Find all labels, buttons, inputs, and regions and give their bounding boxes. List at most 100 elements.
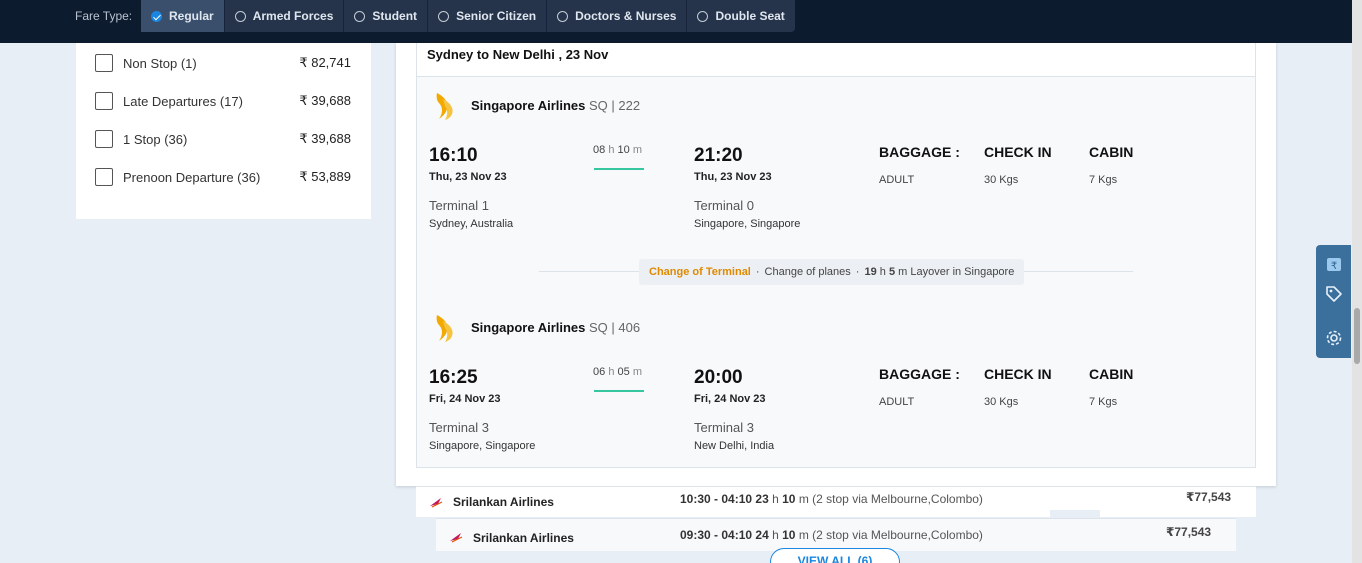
- departure-city: Sydney, Australia: [429, 218, 514, 230]
- side-action-panel: ₹: [1316, 245, 1351, 358]
- srilankan-airlines-logo: [430, 498, 443, 508]
- arrival-city: New Delhi, India: [694, 440, 775, 452]
- result-info: 09:30 - 04:10 24 h 10 m (2 stop via Melb…: [680, 528, 983, 542]
- svg-text:₹: ₹: [1330, 261, 1336, 272]
- radio-icon: [234, 10, 246, 22]
- checkbox[interactable]: [95, 168, 113, 186]
- checkin-value: 30 Kgs: [984, 396, 1019, 408]
- fare-option-doctors-nurses[interactable]: Doctors & Nurses: [547, 0, 688, 32]
- fare-option-label: Armed Forces: [252, 9, 334, 23]
- filter-label: Non Stop (1): [123, 55, 197, 71]
- cabin-value: 7 Kgs: [1089, 174, 1118, 186]
- srilankan-airlines-logo: [450, 533, 463, 543]
- flight-number: SQ | 222: [589, 98, 641, 113]
- fare-type-options: Regular Armed Forces Student Senior Citi…: [141, 0, 795, 32]
- checkbox[interactable]: [95, 54, 113, 72]
- departure-terminal: Terminal 3: [429, 420, 489, 435]
- itinerary-panel: Sydney to New Delhi , 23 Nov Singapore A…: [416, 43, 1256, 468]
- flight-duration: 06 h 05 m: [593, 366, 642, 378]
- departure-terminal: Terminal 1: [429, 198, 489, 213]
- checkin-heading: CHECK IN: [984, 366, 1052, 382]
- result-row[interactable]: Srilankan Airlines 10:30 - 04:10 23 h 10…: [416, 486, 1256, 517]
- fare-option-student[interactable]: Student: [344, 0, 429, 32]
- filters-panel: Non Stop (1) ₹ 82,741 Late Departures (17…: [76, 43, 371, 219]
- flight-segment: Singapore Airlines SQ | 406 16:25 Fri, 2…: [417, 299, 1255, 469]
- result-price: ₹77,543: [1166, 525, 1212, 539]
- flight-number: SQ | 406: [589, 320, 641, 335]
- filter-non-stop[interactable]: Non Stop (1) ₹ 82,741: [95, 52, 351, 74]
- departure-city: Singapore, Singapore: [429, 440, 536, 452]
- baggage-type: ADULT: [879, 174, 915, 186]
- result-price: ₹77,543: [1186, 490, 1232, 504]
- scrollbar[interactable]: [1352, 0, 1362, 563]
- filter-price: ₹ 39,688: [299, 93, 351, 108]
- fare-option-label: Double Seat: [715, 9, 785, 23]
- fare-type-label: Fare Type:: [75, 9, 133, 23]
- arrival-date: Thu, 23 Nov 23: [694, 171, 772, 183]
- change-of-terminal: Change of Terminal: [649, 266, 751, 278]
- flight-segment: Singapore Airlines SQ | 222 16:10 Thu, 2…: [417, 77, 1255, 247]
- filter-label: 1 Stop (36): [123, 131, 188, 147]
- fare-option-armed-forces[interactable]: Armed Forces: [225, 0, 345, 32]
- singapore-airlines-logo: [436, 315, 453, 342]
- departure-time: 16:25: [429, 367, 478, 388]
- cabin-heading: CABIN: [1089, 144, 1134, 160]
- result-row[interactable]: Srilankan Airlines 09:30 - 04:10 24 h 10…: [436, 518, 1236, 551]
- flight-duration: 08 h 10 m: [593, 144, 642, 156]
- duration-bar: [594, 390, 644, 392]
- result-airline: Srilankan Airlines: [473, 531, 574, 545]
- cabin-value: 7 Kgs: [1089, 396, 1118, 408]
- result-info: 10:30 - 04:10 23 h 10 m (2 stop via Melb…: [680, 492, 983, 506]
- view-all-button[interactable]: VIEW ALL (6): [770, 548, 900, 563]
- filter-label: Late Departures (17): [123, 93, 243, 109]
- singapore-airlines-logo: [436, 93, 453, 120]
- cabin-heading: CABIN: [1089, 366, 1134, 382]
- fare-option-label: Student: [372, 9, 418, 23]
- arrival-time: 20:00: [694, 367, 743, 388]
- radio-icon: [438, 10, 450, 22]
- arrival-city: Singapore, Singapore: [694, 218, 801, 230]
- flight-details-card: Sydney to New Delhi , 23 Nov Singapore A…: [396, 43, 1276, 486]
- layover-text: Layover in Singapore: [910, 266, 1015, 278]
- radio-icon: [557, 10, 569, 22]
- radio-icon: [354, 10, 366, 22]
- filter-price: ₹ 53,889: [299, 169, 351, 184]
- departure-date: Fri, 24 Nov 23: [429, 393, 501, 405]
- fare-option-regular[interactable]: Regular: [141, 0, 225, 32]
- filter-price: ₹ 39,688: [299, 131, 351, 146]
- arrival-terminal: Terminal 3: [694, 420, 754, 435]
- airline-name: Singapore Airlines SQ | 222: [471, 98, 641, 113]
- route-title: Sydney to New Delhi , 23 Nov: [417, 43, 1255, 77]
- fare-option-label: Doctors & Nurses: [575, 9, 677, 23]
- departure-date: Thu, 23 Nov 23: [429, 171, 507, 183]
- filter-prenoon-departure[interactable]: Prenoon Departure (36) ₹ 53,889: [95, 166, 351, 188]
- filter-label: Prenoon Departure (36): [123, 169, 261, 185]
- fare-option-double-seat[interactable]: Double Seat: [687, 0, 794, 32]
- radio-icon: [697, 10, 709, 22]
- radio-checked-icon: [151, 10, 162, 22]
- checkbox[interactable]: [95, 92, 113, 110]
- arrival-time: 21:20: [694, 145, 743, 166]
- fare-type-bar: Fare Type: Regular Armed Forces Student …: [0, 0, 1362, 43]
- filter-1-stop[interactable]: 1 Stop (36) ₹ 39,688: [95, 128, 351, 150]
- arrival-terminal: Terminal 0: [694, 198, 754, 213]
- baggage-heading: BAGGAGE :: [879, 366, 960, 382]
- duration-bar: [594, 168, 644, 170]
- checkin-value: 30 Kgs: [984, 174, 1019, 186]
- baggage-type: ADULT: [879, 396, 915, 408]
- filter-late-departures[interactable]: Late Departures (17) ₹ 39,688: [95, 90, 351, 112]
- result-airline: Srilankan Airlines: [453, 495, 554, 509]
- scrollbar-thumb[interactable]: [1354, 308, 1360, 364]
- fare-option-senior-citizen[interactable]: Senior Citizen: [428, 0, 548, 32]
- fare-option-label: Regular: [169, 9, 214, 23]
- arrival-date: Fri, 24 Nov 23: [694, 393, 766, 405]
- checkin-heading: CHECK IN: [984, 144, 1052, 160]
- change-of-planes: Change of planes: [764, 266, 851, 278]
- baggage-heading: BAGGAGE :: [879, 144, 960, 160]
- gear-icon[interactable]: [1316, 319, 1351, 356]
- departure-time: 16:10: [429, 145, 478, 166]
- row-notch: [1050, 510, 1100, 518]
- checkbox[interactable]: [95, 130, 113, 148]
- fare-option-label: Senior Citizen: [456, 9, 537, 23]
- tag-icon[interactable]: [1316, 275, 1351, 312]
